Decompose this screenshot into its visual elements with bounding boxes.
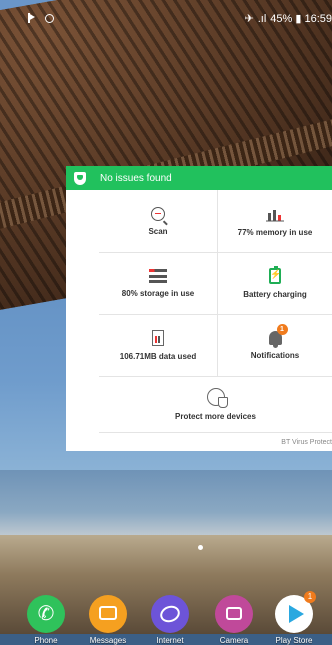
memory-label: 77% memory in use: [238, 228, 313, 237]
memory-button[interactable]: 77% memory in use: [218, 190, 332, 252]
storage-icon: [149, 269, 167, 283]
app-badge: 1: [304, 591, 316, 603]
app-play-store[interactable]: 1 Play Store: [270, 595, 318, 645]
sea: [0, 470, 332, 540]
status-left: [28, 13, 54, 23]
bell-icon: 1: [269, 331, 282, 345]
app-messages[interactable]: Messages: [84, 595, 132, 645]
notifications-button[interactable]: 1 Notifications: [218, 315, 332, 376]
widget-header[interactable]: No issues found: [66, 166, 332, 190]
status-bar: ✈︎ .ıl 45% ▮ 16:59: [0, 0, 332, 36]
widget-footer: BT Virus Protect: [281, 439, 332, 446]
app-label: Internet: [146, 636, 194, 645]
messages-icon: [89, 595, 127, 633]
protect-devices-button[interactable]: Protect more devices: [99, 377, 332, 432]
security-widget[interactable]: No issues found Scan 77% memory in use 8…: [66, 166, 332, 451]
divider: [99, 432, 332, 433]
battery-button[interactable]: Battery charging: [218, 253, 332, 314]
camera-icon: [215, 595, 253, 633]
phone-icon: [27, 595, 65, 633]
signal-icon: .ıl: [258, 13, 267, 25]
data-usage-button[interactable]: 106.71MB data used: [99, 315, 217, 376]
widget-status-text: No issues found: [100, 173, 172, 184]
battery-charging-icon: [269, 268, 281, 284]
app-label: Play Store: [270, 636, 318, 645]
app-label: Messages: [84, 636, 132, 645]
app-phone[interactable]: Phone: [22, 595, 70, 645]
page-indicator: [198, 545, 203, 550]
data-usage-label: 106.71MB data used: [120, 352, 196, 361]
alarm-icon: [45, 14, 54, 23]
data-usage-icon: [152, 330, 164, 346]
scan-label: Scan: [148, 227, 167, 236]
app-label: Phone: [22, 636, 70, 645]
status-right: ✈︎ .ıl 45% ▮ 16:59: [245, 12, 332, 25]
notifications-label: Notifications: [251, 351, 299, 360]
internet-icon: [151, 595, 189, 633]
globe-shield-icon: [207, 388, 225, 406]
play-store-icon: 1: [275, 595, 313, 633]
mute-icon: ✈︎: [245, 12, 254, 25]
app-label: Camera: [210, 636, 258, 645]
storage-label: 80% storage in use: [122, 289, 194, 298]
flag-icon: [28, 13, 37, 23]
shield-icon: [74, 172, 86, 185]
app-internet[interactable]: Internet: [146, 595, 194, 645]
scan-icon: [151, 207, 165, 221]
widget-body: Scan 77% memory in use 80% storage in us…: [99, 190, 332, 451]
scan-button[interactable]: Scan: [99, 190, 217, 252]
memory-icon: [265, 206, 285, 222]
status-time: 45% ▮ 16:59: [270, 12, 332, 25]
storage-button[interactable]: 80% storage in use: [99, 253, 217, 314]
app-camera[interactable]: Camera: [210, 595, 258, 645]
battery-label: Battery charging: [243, 290, 307, 299]
protect-devices-label: Protect more devices: [175, 412, 256, 421]
notification-badge: 1: [277, 324, 288, 335]
